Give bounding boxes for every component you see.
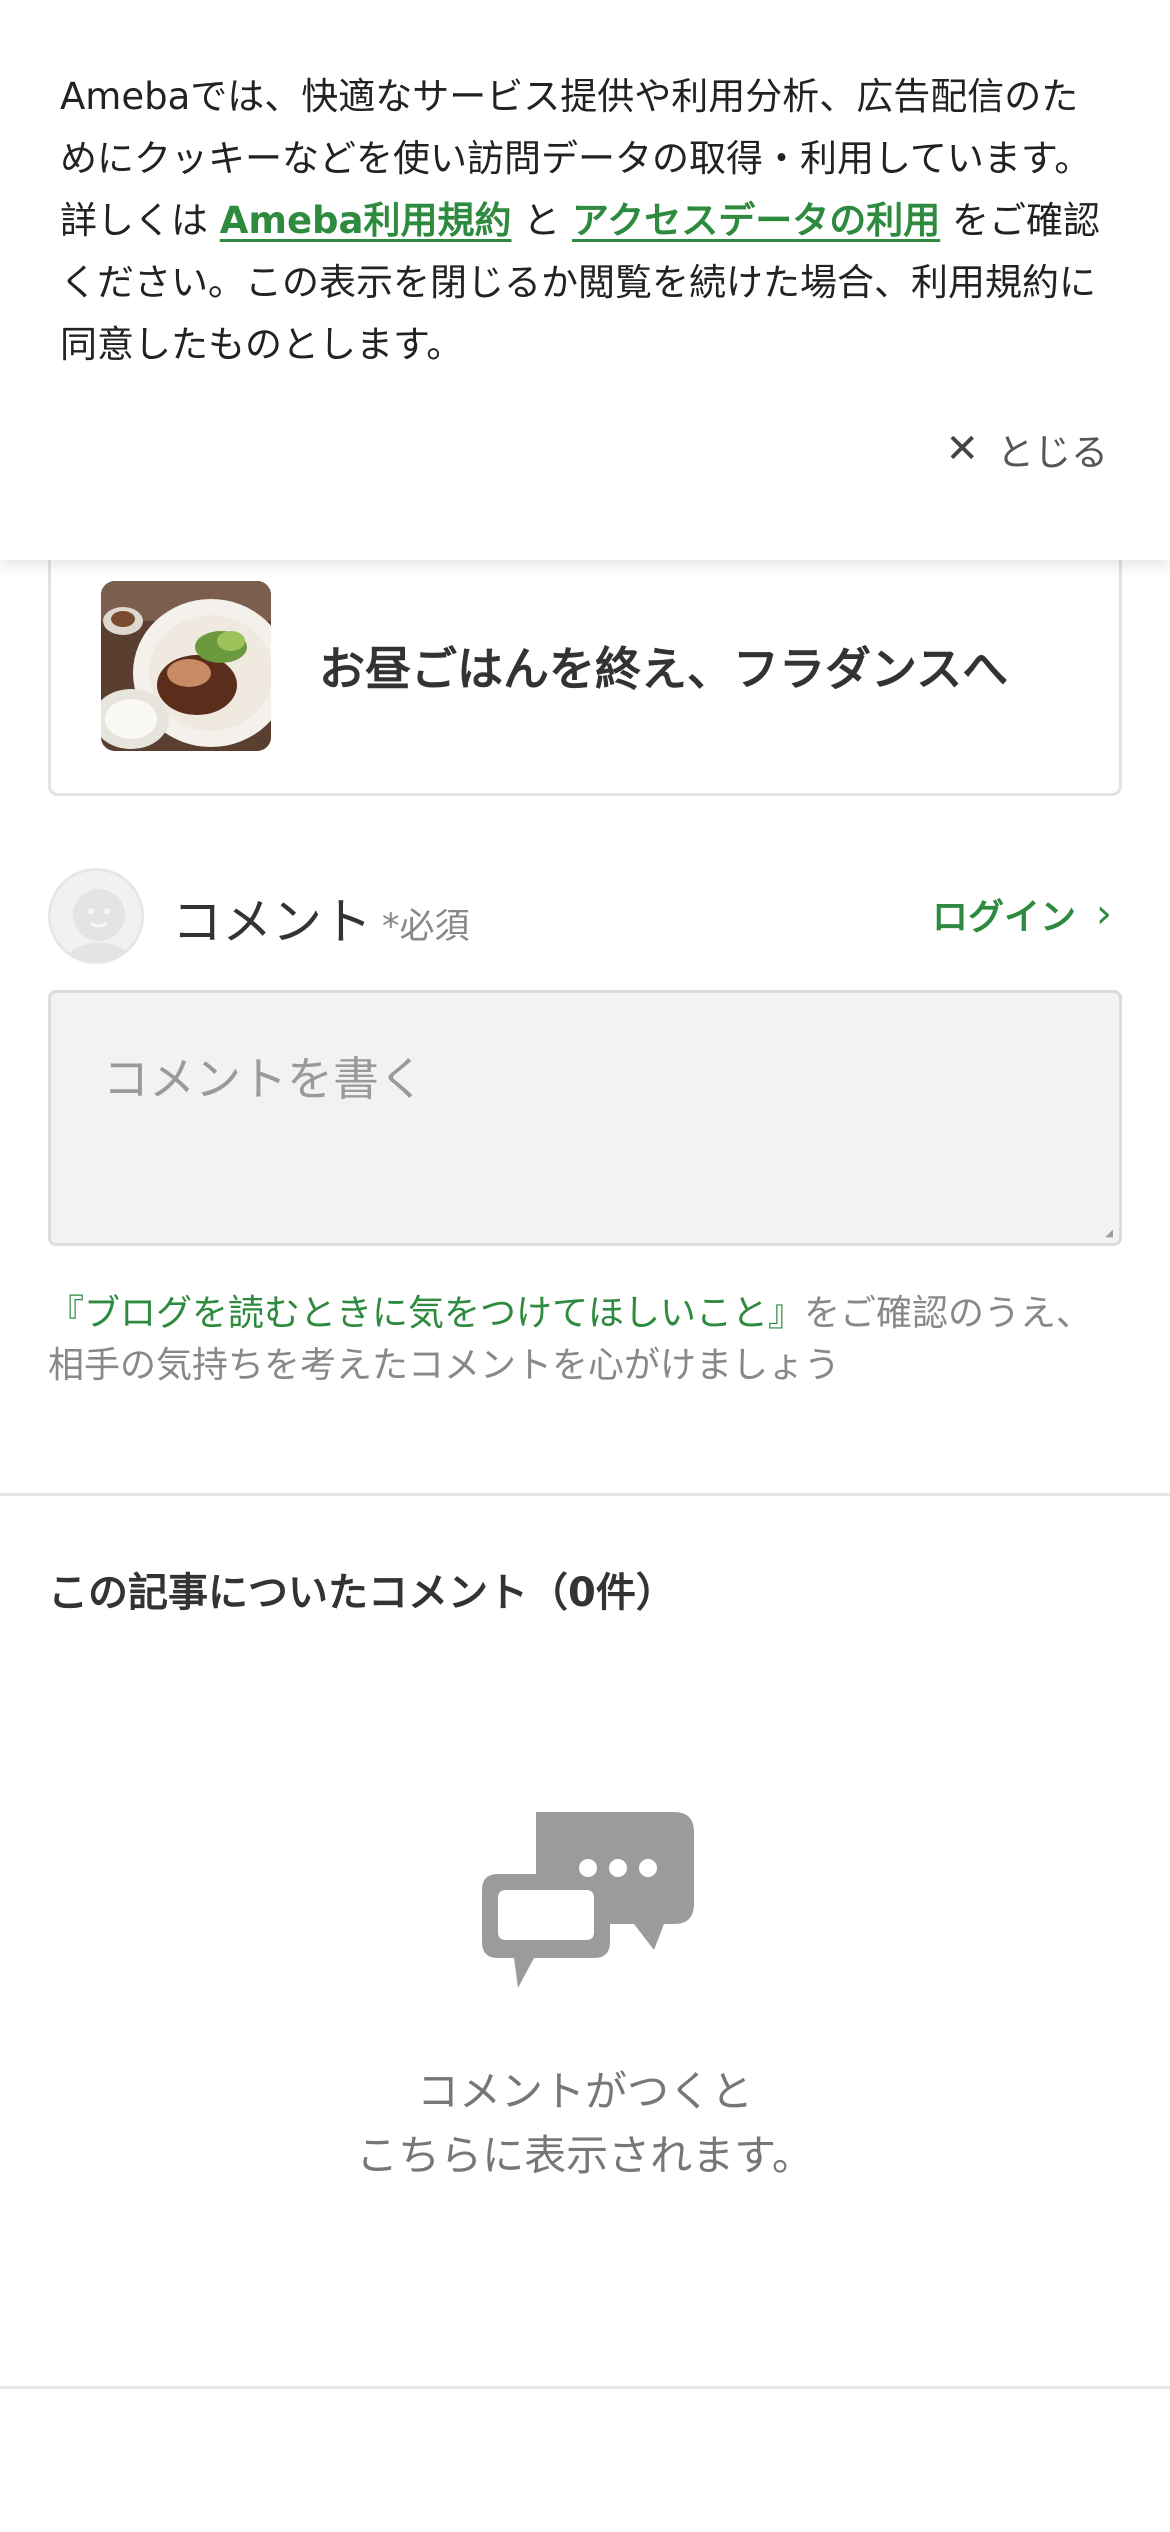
empty-comments-message: コメントがつくと こちらに表示されます。: [0, 2060, 1170, 2188]
section-divider: [0, 2386, 1170, 2389]
comment-textarea[interactable]: コメントを書く ◢: [48, 990, 1122, 1246]
chevron-right-icon: ›: [1096, 891, 1112, 937]
close-icon: ✕: [945, 426, 979, 472]
access-data-link[interactable]: アクセスデータの利用: [572, 199, 940, 242]
empty-message-line: コメントがつくと: [416, 2067, 753, 2116]
article-thumbnail: [101, 581, 271, 751]
comment-placeholder: コメントを書く: [103, 1052, 425, 1106]
login-link[interactable]: ログイン ›: [932, 888, 1112, 940]
required-indicator: *必須: [382, 907, 470, 947]
page: Amebaでは、快適なサービス提供や利用分析、広告配信のためにクッキーなどを使い…: [0, 0, 1170, 2532]
user-avatar-icon: [51, 871, 141, 961]
section-divider: [0, 1493, 1170, 1496]
cookie-close-label: とじる: [997, 431, 1108, 474]
cookie-text-part: と: [511, 199, 573, 242]
article-title: お昼ごはんを終え、フラダンスへ: [319, 642, 1009, 696]
login-label: ログイン: [931, 897, 1076, 938]
cookie-notice-text: Amebaでは、快適なサービス提供や利用分析、広告配信のためにクッキーなどを使い…: [60, 66, 1108, 376]
resize-handle-icon[interactable]: ◢: [1105, 1228, 1113, 1239]
speech-bubbles-icon: [482, 1812, 694, 1988]
comment-header: コメント *必須 ログイン ›: [48, 868, 1122, 968]
blog-guideline-link[interactable]: 『ブログを読むときに気をつけてほしいこと』: [48, 1293, 804, 1334]
cookie-close-button[interactable]: ✕ とじる: [945, 422, 1108, 476]
avatar: [48, 868, 144, 964]
comments-count-title: この記事についたコメント（0件）: [48, 1570, 676, 1616]
comment-guideline: 『ブログを読むときに気をつけてほしいこと』をご確認のうえ、相手の気持ちを考えたコ…: [48, 1288, 1128, 1392]
empty-message-line: こちらに表示されます。: [356, 2131, 814, 2180]
ameba-terms-link[interactable]: Ameba利用規約: [220, 199, 512, 242]
comment-label: コメント: [172, 893, 372, 951]
cookie-banner: Amebaでは、快適なサービス提供や利用分析、広告配信のためにクッキーなどを使い…: [0, 0, 1170, 560]
